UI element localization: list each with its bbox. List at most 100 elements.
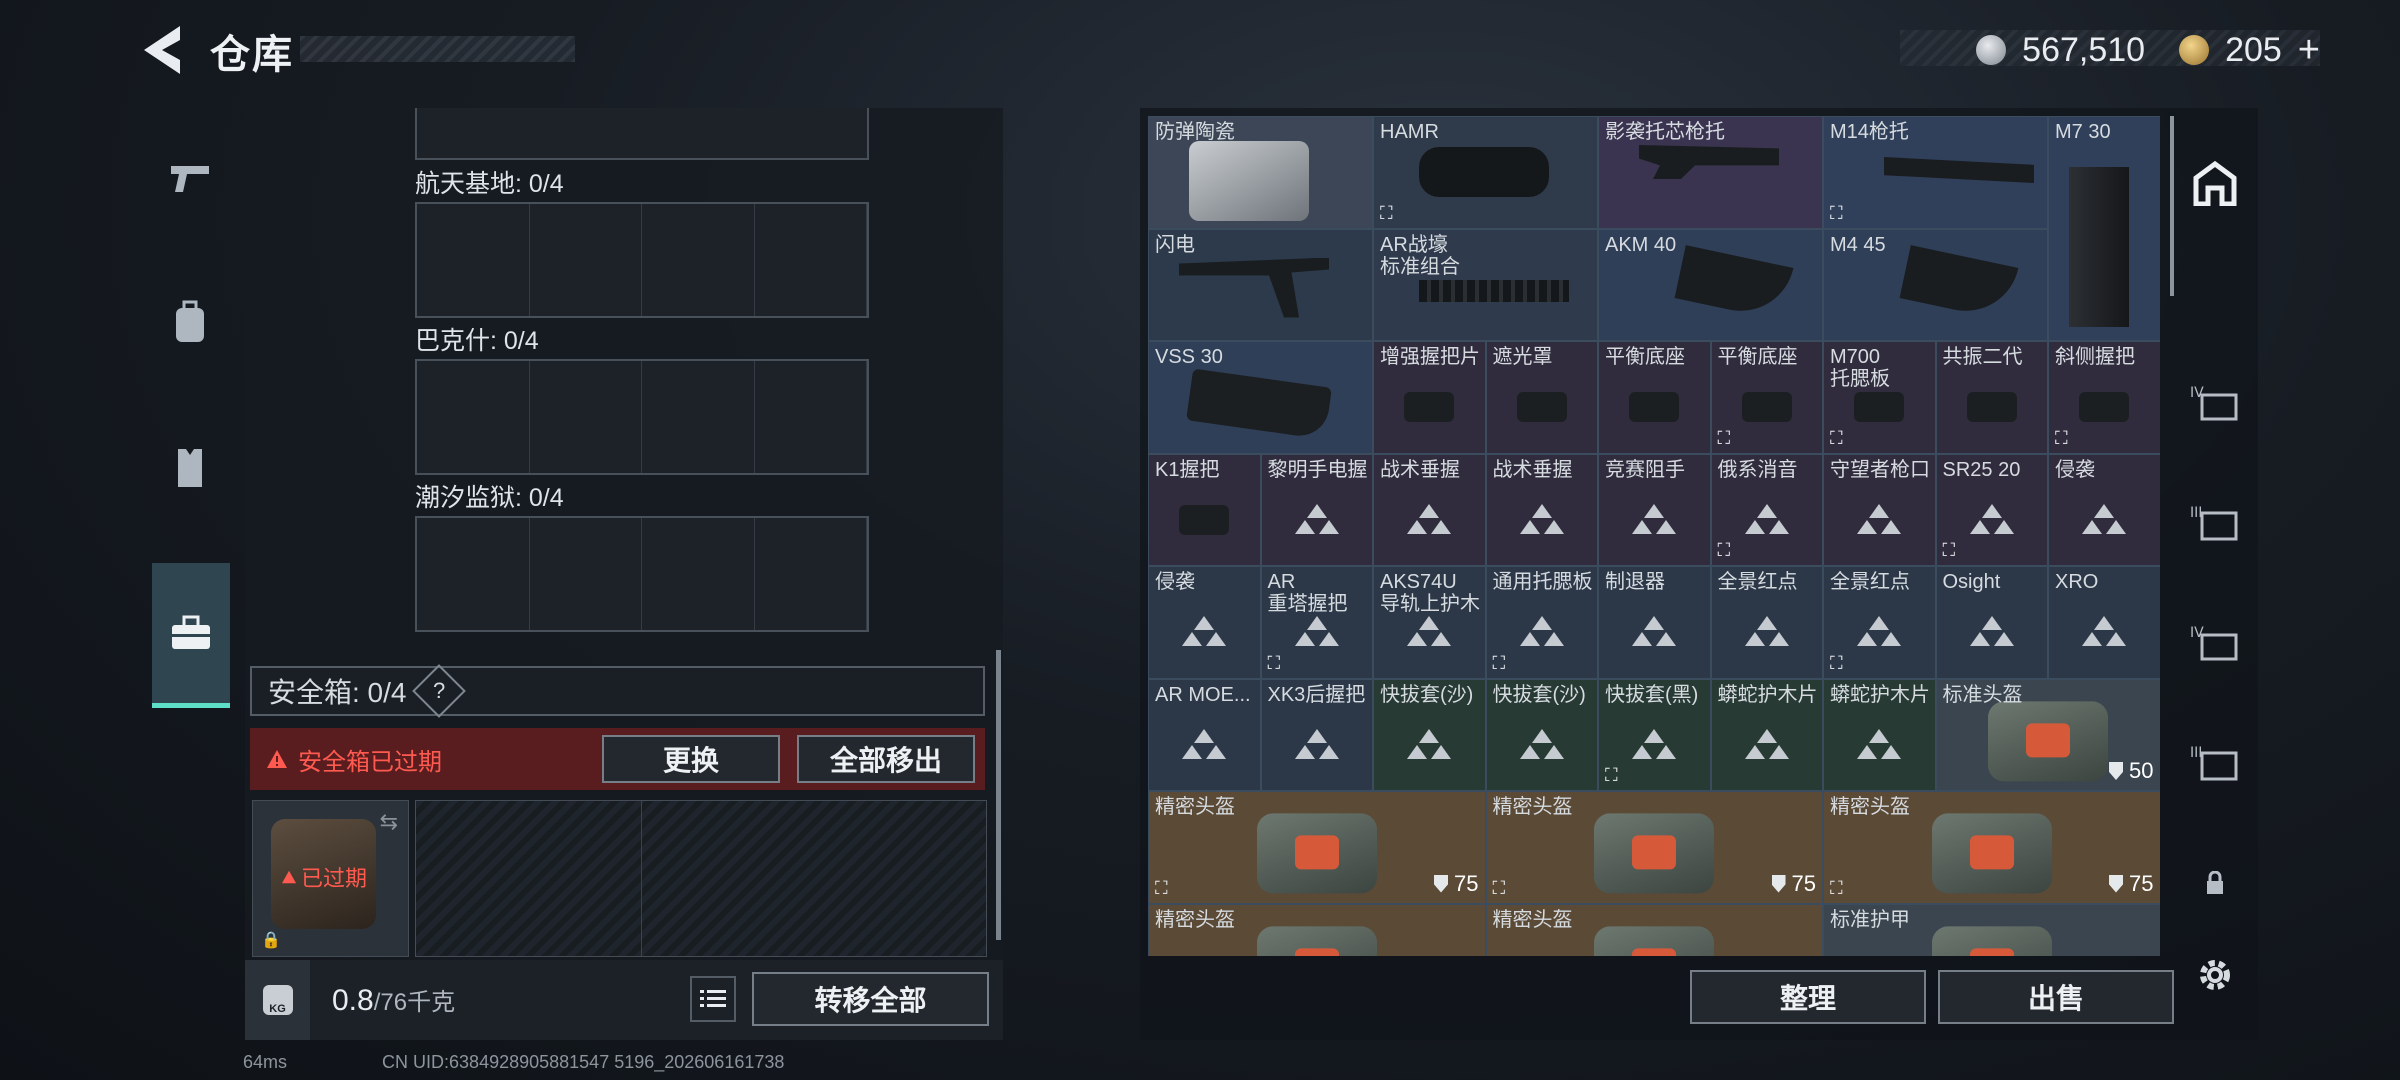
silver-balance: 567,510 [2022, 30, 2146, 69]
inventory-item[interactable]: 斜侧握把 ⛶ [2048, 341, 2160, 454]
placeholder-item-icon [2082, 616, 2127, 647]
inventory-item[interactable]: 守望者枪口 [1823, 453, 1936, 566]
item-name: 标准护甲 [1830, 908, 1910, 931]
no-transfer-icon: ⛶ [1492, 652, 1506, 673]
inventory-item[interactable]: 影袭托芯枪托 [1598, 116, 1823, 229]
inventory-item[interactable]: 竞赛阻手 [1598, 453, 1711, 566]
inventory-item[interactable]: 蟒蛇护木片 [1823, 678, 1936, 791]
inventory-item[interactable]: 快拔套(沙) [1485, 678, 1598, 791]
inventory-item[interactable]: 战术垂握 [1373, 453, 1486, 566]
inventory-item[interactable]: M7 30 [2048, 116, 2160, 341]
inventory-item[interactable]: AR MOE... [1148, 678, 1261, 791]
inventory-item[interactable]: SR25 20 ⛶ [1935, 453, 2048, 566]
inventory-item[interactable]: 精密头盔 [1485, 903, 1823, 956]
inventory-item[interactable]: 增强握把片 [1373, 341, 1486, 454]
inventory-item[interactable]: 快拔套(沙) [1373, 678, 1486, 791]
inventory-item[interactable]: VSS 30 [1148, 341, 1373, 454]
durability-badge: 75 [1434, 871, 1479, 897]
inventory-item[interactable]: Osight [1935, 566, 2048, 679]
inventory-item[interactable]: HAMR ⛶ [1373, 116, 1598, 229]
inventory-item[interactable]: M4 45 [1823, 228, 2048, 341]
inventory-item[interactable]: 精密头盔 ⛶ 75 [1148, 791, 1486, 904]
settings-button[interactable] [2195, 955, 2235, 995]
item-name: 影袭托芯枪托 [1605, 121, 1725, 143]
placeholder-item-icon [1744, 616, 1789, 647]
nav-safebox[interactable] [152, 563, 230, 708]
inventory-item[interactable]: K1握把 [1148, 453, 1261, 566]
slot-grid-partial[interactable] [415, 108, 869, 160]
no-transfer-icon: ⛶ [1830, 427, 1843, 448]
help-icon[interactable]: ? [412, 664, 467, 718]
move-all-out-button[interactable]: 全部移出 [797, 735, 975, 783]
inventory-item[interactable]: 俄系消音 ⛶ [1710, 453, 1823, 566]
helmet-case-image [1594, 813, 1715, 894]
inventory-item[interactable]: 标准头盔 50 [1935, 678, 2160, 791]
slot-label-bakhsh: 巴克什: 0/4 [415, 327, 539, 355]
inventory-item[interactable]: XRO [2048, 566, 2160, 679]
inventory-item[interactable]: M14枪托 ⛶ [1823, 116, 2048, 229]
inventory-item[interactable]: AKS74U 导轨上护木 [1373, 566, 1486, 679]
inventory-item[interactable]: 侵袭 [1148, 566, 1261, 679]
add-currency-button[interactable]: + [2298, 29, 2320, 72]
nav-backpack[interactable] [145, 253, 235, 393]
weight-value: 0.8 [332, 984, 374, 1017]
inventory-item[interactable]: 全景红点 ⛶ [1823, 566, 1936, 679]
replace-button[interactable]: 更换 [602, 735, 780, 783]
inventory-item[interactable]: AKM 40 [1598, 228, 1823, 341]
inventory-item[interactable]: 精密头盔 [1148, 903, 1486, 956]
item-name: XRO [2055, 571, 2099, 593]
sort-button[interactable]: 整理 [1690, 970, 1926, 1024]
item-image [2069, 167, 2129, 327]
item-name: 精密头盔 [1492, 908, 1573, 931]
inventory-item[interactable]: 快拔套(黑) ⛶ [1598, 678, 1711, 791]
item-name: 通用托腮板 [1492, 571, 1593, 593]
inventory-item[interactable]: 遮光罩 [1485, 341, 1598, 454]
inventory-item[interactable]: 共振二代 [1935, 341, 2048, 454]
no-transfer-icon: ⛶ [1605, 765, 1618, 785]
item-name: M4 45 [1830, 233, 1886, 256]
inventory-item[interactable]: 全景红点 [1710, 566, 1823, 679]
inventory-item[interactable]: 蟒蛇护木片 [1710, 678, 1823, 791]
slot-grid-bakhsh[interactable] [415, 359, 869, 475]
inventory-item[interactable]: 战术垂握 [1485, 453, 1598, 566]
transfer-all-button[interactable]: 转移全部 [752, 972, 989, 1026]
list-icon [700, 990, 726, 1007]
slot-grid-aerospace[interactable] [415, 202, 869, 318]
inventory-item[interactable]: M700 托腮板 ⛶ [1823, 341, 1936, 454]
inventory-item[interactable]: AR战壕 标准组合 [1373, 228, 1598, 341]
nav-armor-iv[interactable]: IV [2175, 348, 2255, 458]
inventory-item[interactable]: 侵袭 [2048, 453, 2160, 566]
sell-button[interactable]: 出售 [1938, 970, 2174, 1024]
item-image [1419, 279, 1569, 302]
nav-weapons[interactable] [145, 108, 235, 248]
inventory-item[interactable]: 精密头盔 ⛶ 75 [1485, 791, 1823, 904]
safebox-slots[interactable] [415, 800, 987, 957]
slot-grid-tidal[interactable] [415, 516, 869, 632]
scrollbar[interactable] [996, 650, 1001, 940]
inventory-item[interactable]: XK3后握把 [1260, 678, 1373, 791]
inventory-item[interactable]: 平衡底座 [1598, 341, 1711, 454]
nav-armor-iv-2[interactable]: IV [2175, 588, 2255, 698]
inventory-item[interactable]: 制退器 [1598, 566, 1711, 679]
inventory-item[interactable]: 通用托腮板 ⛶ [1485, 566, 1598, 679]
back-button[interactable] [140, 22, 190, 78]
inventory-item[interactable]: 标准护甲 [1823, 903, 2160, 956]
nav-vest[interactable] [145, 398, 235, 538]
no-transfer-icon: ⛶ [1717, 540, 1731, 560]
inventory-scrollbar[interactable] [2170, 116, 2174, 296]
nav-home[interactable] [2175, 128, 2255, 238]
inventory-item[interactable]: 黎明手电握 [1260, 453, 1373, 566]
inventory-item[interactable]: 防弹陶瓷 [1148, 116, 1373, 229]
nav-armor-iii[interactable]: III [2175, 708, 2255, 818]
weight-icon-box: KG [245, 960, 310, 1040]
placeholder-item-icon [1519, 616, 1564, 647]
list-view-button[interactable] [690, 976, 736, 1022]
inventory-item[interactable]: 平衡底座 ⛶ [1710, 341, 1823, 454]
inventory-item[interactable]: 精密头盔 ⛶ 75 [1823, 791, 2160, 904]
item-name: HAMR [1380, 121, 1439, 143]
safebox-case[interactable]: 已过期 ⇆ 🔒 [252, 800, 409, 957]
inventory-item[interactable]: AR 重塔握把 ⛶ [1260, 566, 1373, 679]
nav-vest-iii[interactable]: III [2175, 468, 2255, 578]
inventory-item[interactable]: 闪电 [1148, 228, 1373, 341]
swap-icon[interactable]: ⇆ [380, 809, 398, 835]
